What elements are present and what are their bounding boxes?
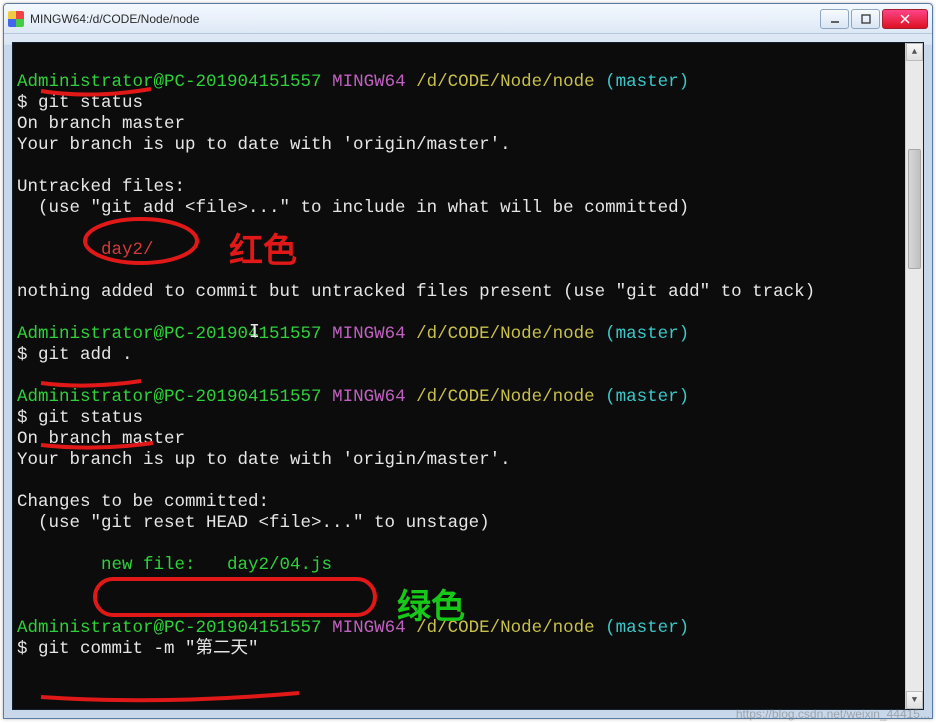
- prompt-path: /d/CODE/Node/node: [416, 387, 595, 407]
- close-button[interactable]: [882, 9, 928, 29]
- out-branch: On branch master: [17, 114, 185, 134]
- text-cursor-icon: I: [249, 321, 260, 342]
- prompt-shell: MINGW64: [332, 72, 406, 92]
- prompt-dollar: $: [17, 639, 28, 659]
- window-frame: MINGW64:/d/CODE/Node/node Administrator@…: [3, 3, 933, 719]
- terminal-area[interactable]: Administrator@PC-201904151557 MINGW64 /d…: [12, 42, 924, 710]
- prompt-branch: (master): [605, 387, 689, 407]
- prompt-shell: MINGW64: [332, 618, 406, 638]
- maximize-icon: [861, 14, 871, 24]
- prompt-userhost: Administrator@PC-201904151557: [17, 324, 322, 344]
- out-untracked-item: day2/: [17, 240, 154, 260]
- watermark-text: https://blog.csdn.net/weixin_44415...: [736, 707, 930, 721]
- prompt-shell: MINGW64: [332, 324, 406, 344]
- out-changes-hint: (use "git reset HEAD <file>..." to unsta…: [17, 513, 490, 533]
- out-uptodate: Your branch is up to date with 'origin/m…: [17, 450, 511, 470]
- minimize-button[interactable]: [820, 9, 849, 29]
- cmd-git-status-1: git status: [38, 93, 143, 113]
- prompt-userhost: Administrator@PC-201904151557: [17, 618, 322, 638]
- cmd-git-commit: git commit -m "第二天": [38, 639, 259, 659]
- cmd-git-add: git add .: [38, 345, 133, 365]
- maximize-button[interactable]: [851, 9, 880, 29]
- window-title: MINGW64:/d/CODE/Node/node: [30, 12, 818, 26]
- out-untracked-hint: (use "git add <file>..." to include in w…: [17, 198, 689, 218]
- scrollbar-thumb[interactable]: [908, 149, 921, 269]
- prompt-path: /d/CODE/Node/node: [416, 618, 595, 638]
- out-changes-hdr: Changes to be committed:: [17, 492, 269, 512]
- close-icon: [900, 14, 910, 24]
- prompt-branch: (master): [605, 618, 689, 638]
- app-icon: [8, 11, 24, 27]
- prompt-path: /d/CODE/Node/node: [416, 72, 595, 92]
- prompt-dollar: $: [17, 408, 28, 428]
- cmd-git-status-2: git status: [38, 408, 143, 428]
- prompt-branch: (master): [605, 72, 689, 92]
- titlebar[interactable]: MINGW64:/d/CODE/Node/node: [4, 4, 932, 34]
- vertical-scrollbar[interactable]: ▲ ▼: [905, 43, 923, 709]
- out-untracked-hdr: Untracked files:: [17, 177, 185, 197]
- scroll-up-button[interactable]: ▲: [906, 43, 923, 61]
- prompt-dollar: $: [17, 93, 28, 113]
- out-new-file: new file: day2/04.js: [17, 555, 332, 575]
- minimize-icon: [830, 14, 840, 24]
- scrollbar-track[interactable]: [906, 61, 923, 691]
- prompt-dollar: $: [17, 345, 28, 365]
- prompt-path: /d/CODE/Node/node: [416, 324, 595, 344]
- prompt-userhost: Administrator@PC-201904151557: [17, 387, 322, 407]
- out-branch: On branch master: [17, 429, 185, 449]
- out-nothing: nothing added to commit but untracked fi…: [17, 282, 815, 302]
- terminal-output[interactable]: Administrator@PC-201904151557 MINGW64 /d…: [13, 43, 903, 709]
- out-uptodate: Your branch is up to date with 'origin/m…: [17, 135, 511, 155]
- prompt-shell: MINGW64: [332, 387, 406, 407]
- prompt-branch: (master): [605, 324, 689, 344]
- prompt-userhost: Administrator@PC-201904151557: [17, 72, 322, 92]
